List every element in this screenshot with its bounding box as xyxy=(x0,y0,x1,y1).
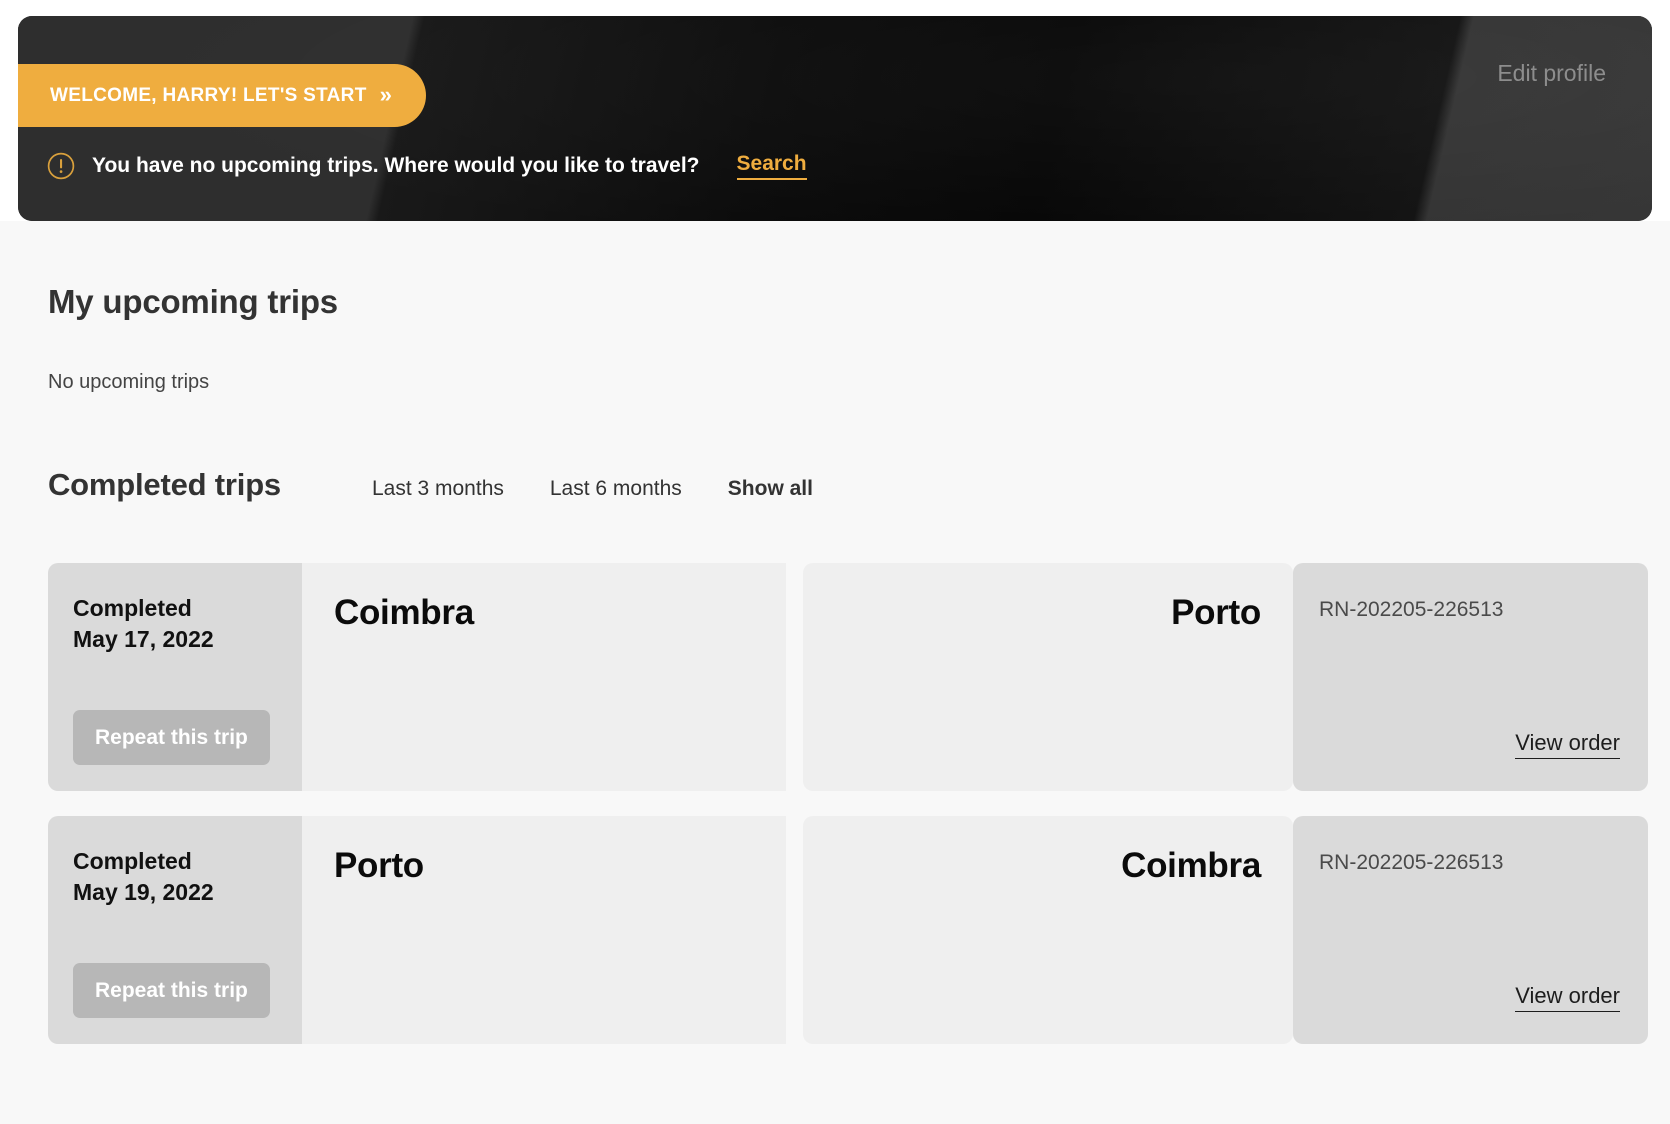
trip-status-text: Completed xyxy=(73,848,192,874)
trip-origin-city: Porto xyxy=(334,846,424,885)
trip-origin-panel: Coimbra xyxy=(302,563,786,791)
trip-status-text: Completed xyxy=(73,595,192,621)
completed-trips-header: Completed trips Last 3 months Last 6 mon… xyxy=(48,467,813,503)
completed-trips-list: Completed May 17, 2022 Repeat this trip … xyxy=(48,563,1648,1069)
trip-order-panel: RN-202205-226513 View order xyxy=(1293,816,1648,1044)
trip-status-label: Completed May 17, 2022 xyxy=(73,593,302,655)
search-link[interactable]: Search xyxy=(736,152,807,180)
trip-destination-panel: Coimbra xyxy=(803,816,1293,1044)
view-order-link[interactable]: View order xyxy=(1515,983,1620,1012)
filter-last-6-months[interactable]: Last 6 months xyxy=(550,477,682,501)
exclamation-circle-icon xyxy=(47,152,75,180)
double-chevron-right-icon: » xyxy=(379,81,392,107)
trip-origin-panel: Porto xyxy=(302,816,786,1044)
no-trips-alert: You have no upcoming trips. Where would … xyxy=(47,152,807,180)
edit-profile-button[interactable]: Edit profile xyxy=(1493,56,1610,91)
welcome-button-label: WELCOME, HARRY! LET'S START xyxy=(50,84,367,106)
completed-trips-filters: Last 3 months Last 6 months Show all xyxy=(372,477,813,501)
trip-destination-city: Porto xyxy=(1171,593,1261,632)
alert-message: You have no upcoming trips. Where would … xyxy=(92,154,700,177)
trip-row: Completed May 17, 2022 Repeat this trip … xyxy=(48,563,1648,791)
trip-row: Completed May 19, 2022 Repeat this trip … xyxy=(48,816,1648,1044)
hero-banner: WELCOME, HARRY! LET'S START » Edit profi… xyxy=(18,16,1652,221)
trip-date-text: May 17, 2022 xyxy=(73,625,214,652)
upcoming-trips-heading: My upcoming trips xyxy=(48,283,338,320)
filter-last-3-months[interactable]: Last 3 months xyxy=(372,477,504,501)
page-root: WELCOME, HARRY! LET'S START » Edit profi… xyxy=(0,0,1670,1124)
completed-trips-heading: Completed trips xyxy=(48,467,281,502)
filter-show-all[interactable]: Show all xyxy=(728,477,813,501)
view-order-link[interactable]: View order xyxy=(1515,730,1620,759)
trip-order-panel: RN-202205-226513 View order xyxy=(1293,563,1648,791)
trip-origin-city: Coimbra xyxy=(334,593,474,632)
trip-date-text: May 19, 2022 xyxy=(73,878,214,905)
trip-status-panel: Completed May 17, 2022 Repeat this trip xyxy=(48,563,302,791)
trip-status-label: Completed May 19, 2022 xyxy=(73,846,302,908)
trip-status-panel: Completed May 19, 2022 Repeat this trip xyxy=(48,816,302,1044)
repeat-trip-button[interactable]: Repeat this trip xyxy=(73,963,270,1018)
trip-destination-city: Coimbra xyxy=(1121,846,1261,885)
welcome-start-button[interactable]: WELCOME, HARRY! LET'S START » xyxy=(18,64,426,127)
no-upcoming-trips-message: No upcoming trips xyxy=(48,371,210,393)
trip-destination-panel: Porto xyxy=(803,563,1293,791)
repeat-trip-button[interactable]: Repeat this trip xyxy=(73,710,270,765)
main-content: My upcoming trips No upcoming trips Comp… xyxy=(0,221,1670,1124)
trip-order-number: RN-202205-226513 xyxy=(1319,851,1504,874)
trip-order-number: RN-202205-226513 xyxy=(1319,598,1504,621)
